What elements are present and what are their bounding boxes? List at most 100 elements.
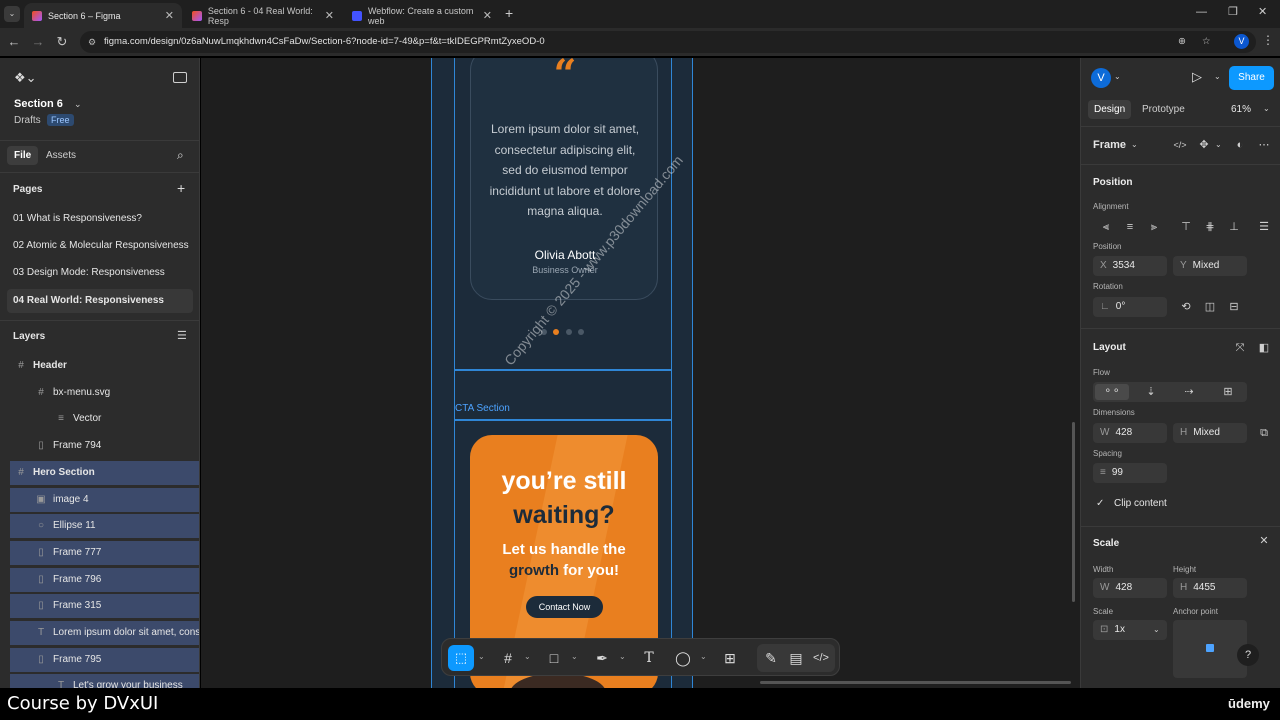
tab-search-button[interactable]: ⌄ [4, 6, 20, 22]
browser-menu-icon[interactable]: ⋮ [1262, 33, 1274, 47]
layer-row[interactable]: ≡ Vector [10, 407, 199, 431]
toggle-sidebar-icon[interactable] [173, 72, 187, 83]
tab-design[interactable]: Design [1088, 100, 1132, 119]
rotation-field[interactable]: ∟ 0° [1093, 297, 1167, 317]
text-tool-icon[interactable]: T [639, 648, 659, 668]
layer-row[interactable]: ▣ image 4 [10, 487, 199, 512]
tab-assets[interactable]: Assets [46, 150, 76, 161]
pen-tool-icon[interactable]: ✒ [592, 648, 612, 668]
zoom-level[interactable]: 61% [1231, 104, 1251, 115]
resize-to-fit-icon[interactable]: ⤧ [1231, 339, 1249, 357]
layer-row[interactable]: ▯ Frame 777 [10, 540, 199, 565]
design-mode-icon[interactable]: ▤ [786, 648, 806, 668]
comment-tool-icon[interactable]: ◯ [673, 648, 693, 668]
url-field[interactable]: ⚙ figma.com/design/0z6aNuwLmqkhdwn4CsFaD… [80, 31, 1256, 53]
tab-prototype[interactable]: Prototype [1142, 104, 1185, 115]
horizontal-scrollbar[interactable] [760, 681, 1071, 684]
page-item-active[interactable]: 04 Real World: Responsiveness [7, 289, 193, 313]
tab-file[interactable]: File [7, 146, 39, 165]
chevron-down-icon[interactable]: ⌄ [700, 652, 707, 661]
align-center-v-icon[interactable]: ⋕ [1201, 218, 1219, 236]
layer-row[interactable]: ▯ Frame 795 [10, 647, 199, 672]
align-top-icon[interactable]: ⊤ [1177, 218, 1195, 236]
close-tab-icon[interactable]: ✕ [165, 9, 174, 22]
file-name[interactable]: Section 6 [14, 98, 63, 110]
layer-row[interactable]: ▯ Frame 794 [10, 434, 199, 458]
chevron-down-icon[interactable]: ⌄ [74, 99, 82, 110]
close-window-icon[interactable]: ✕ [1258, 5, 1267, 18]
draw-mode-icon[interactable]: ✎ [761, 648, 781, 668]
testimonial-card[interactable]: “ Lorem ipsum dolor sit amet, consectetu… [470, 58, 658, 300]
align-right-icon[interactable]: ⫸ [1145, 218, 1163, 236]
scale-height-field[interactable]: H 4455 [1173, 578, 1247, 598]
move-tool-button[interactable]: ⬚ [448, 645, 474, 671]
height-field[interactable]: H Mixed [1173, 423, 1247, 443]
bookmark-star-icon[interactable]: ☆ [1202, 31, 1211, 53]
chevron-down-icon[interactable]: ⌄ [478, 652, 485, 661]
more-options-icon[interactable]: ⋯ [1255, 136, 1273, 154]
flow-grid-icon[interactable]: ⊞ [1219, 383, 1237, 401]
carousel-dot[interactable] [578, 329, 584, 335]
figma-main-menu-icon[interactable]: ❖⌄ [14, 70, 37, 86]
browser-tab-figma[interactable]: Section 6 – Figma ✕ [24, 3, 182, 28]
layout-grid-icon[interactable]: ◧ [1255, 339, 1273, 357]
section-label[interactable]: CTA Section [455, 403, 510, 414]
zoom-icon[interactable]: ⊕ [1178, 31, 1186, 53]
frame-selection[interactable]: “ Lorem ipsum dolor sit amet, consectetu… [431, 58, 693, 688]
component-icon[interactable]: ✥ [1195, 136, 1213, 154]
forward-arrow-icon[interactable]: → [30, 34, 46, 49]
x-position-field[interactable]: X 3534 [1093, 256, 1167, 276]
browser-tab-webflow[interactable]: Webflow: Create a custom web ✕ [344, 3, 500, 28]
browser-tab-section6[interactable]: Section 6 - 04 Real World: Resp ✕ [184, 3, 342, 28]
layer-row[interactable]: # Header [10, 354, 199, 378]
layer-row[interactable]: # bx-menu.svg [10, 381, 199, 405]
distribute-icon[interactable]: ☰ [1255, 218, 1273, 236]
contact-now-button[interactable]: Contact Now [526, 596, 603, 618]
layers-list-icon[interactable]: ☰ [177, 329, 187, 342]
profile-avatar[interactable]: V [1234, 34, 1249, 49]
align-center-h-icon[interactable]: ≡ [1121, 218, 1139, 236]
width-field[interactable]: W 428 [1093, 423, 1167, 443]
actions-tool-icon[interactable]: ⊞ [720, 648, 740, 668]
clip-content-checkbox[interactable]: ✓ [1096, 498, 1104, 509]
vertical-scrollbar[interactable] [1072, 422, 1075, 602]
layer-row[interactable]: ▯ Frame 796 [10, 567, 199, 592]
y-position-field[interactable]: Y Mixed [1173, 256, 1247, 276]
flow-vertical-icon[interactable]: ⇣ [1142, 383, 1160, 401]
reload-icon[interactable]: ↻ [54, 34, 70, 50]
spacing-field[interactable]: ≡ 99 [1093, 463, 1167, 483]
layer-row[interactable]: ▯ Frame 315 [10, 594, 199, 619]
chevron-down-icon[interactable]: ⌄ [1215, 140, 1222, 149]
user-avatar[interactable]: V [1091, 68, 1111, 88]
flow-horizontal-icon[interactable]: ⇢ [1180, 383, 1198, 401]
align-left-icon[interactable]: ⫷ [1097, 218, 1115, 236]
share-button[interactable]: Share [1229, 66, 1274, 90]
frame-type-label[interactable]: Frame [1093, 139, 1126, 151]
scale-width-field[interactable]: W 428 [1093, 578, 1167, 598]
chevron-down-icon[interactable]: ⌄ [571, 652, 578, 661]
minimize-icon[interactable]: — [1196, 6, 1207, 18]
layer-row[interactable]: ○ Ellipse 11 [10, 514, 199, 539]
flip-vertical-icon[interactable]: ⊟ [1225, 298, 1243, 316]
search-icon[interactable]: ⌕ [177, 148, 184, 163]
scale-select[interactable]: ⊡ 1x ⌄ [1093, 620, 1167, 640]
frame-tool-icon[interactable]: # [498, 648, 518, 668]
code-icon[interactable]: </> [1171, 136, 1189, 154]
flow-free-icon[interactable]: ⚬⚬ [1095, 384, 1129, 400]
chevron-down-icon[interactable]: ⌄ [1263, 104, 1270, 113]
page-item[interactable]: 03 Design Mode: Responsiveness [0, 261, 199, 285]
constrain-proportions-icon[interactable]: ⧉ [1255, 424, 1273, 442]
maximize-icon[interactable]: ❐ [1228, 5, 1238, 18]
chevron-down-icon[interactable]: ⌄ [1214, 72, 1221, 81]
page-item[interactable]: 01 What is Responsiveness? [0, 207, 199, 231]
rectangle-tool-icon[interactable]: □ [544, 648, 564, 668]
layer-row[interactable]: T Lorem ipsum dolor sit amet, conse [10, 621, 199, 645]
align-bottom-icon[interactable]: ⊥ [1225, 218, 1243, 236]
anchor-point-grid[interactable] [1173, 620, 1247, 678]
chevron-down-icon[interactable]: ⌄ [524, 652, 531, 661]
chevron-down-icon[interactable]: ⌄ [1114, 72, 1121, 81]
site-info-icon[interactable]: ⚙ [88, 31, 96, 53]
page-item[interactable]: 02 Atomic & Molecular Responsiveness [0, 234, 199, 258]
dev-mode-icon[interactable]: </> [811, 648, 831, 668]
close-tab-icon[interactable]: ✕ [325, 9, 334, 22]
